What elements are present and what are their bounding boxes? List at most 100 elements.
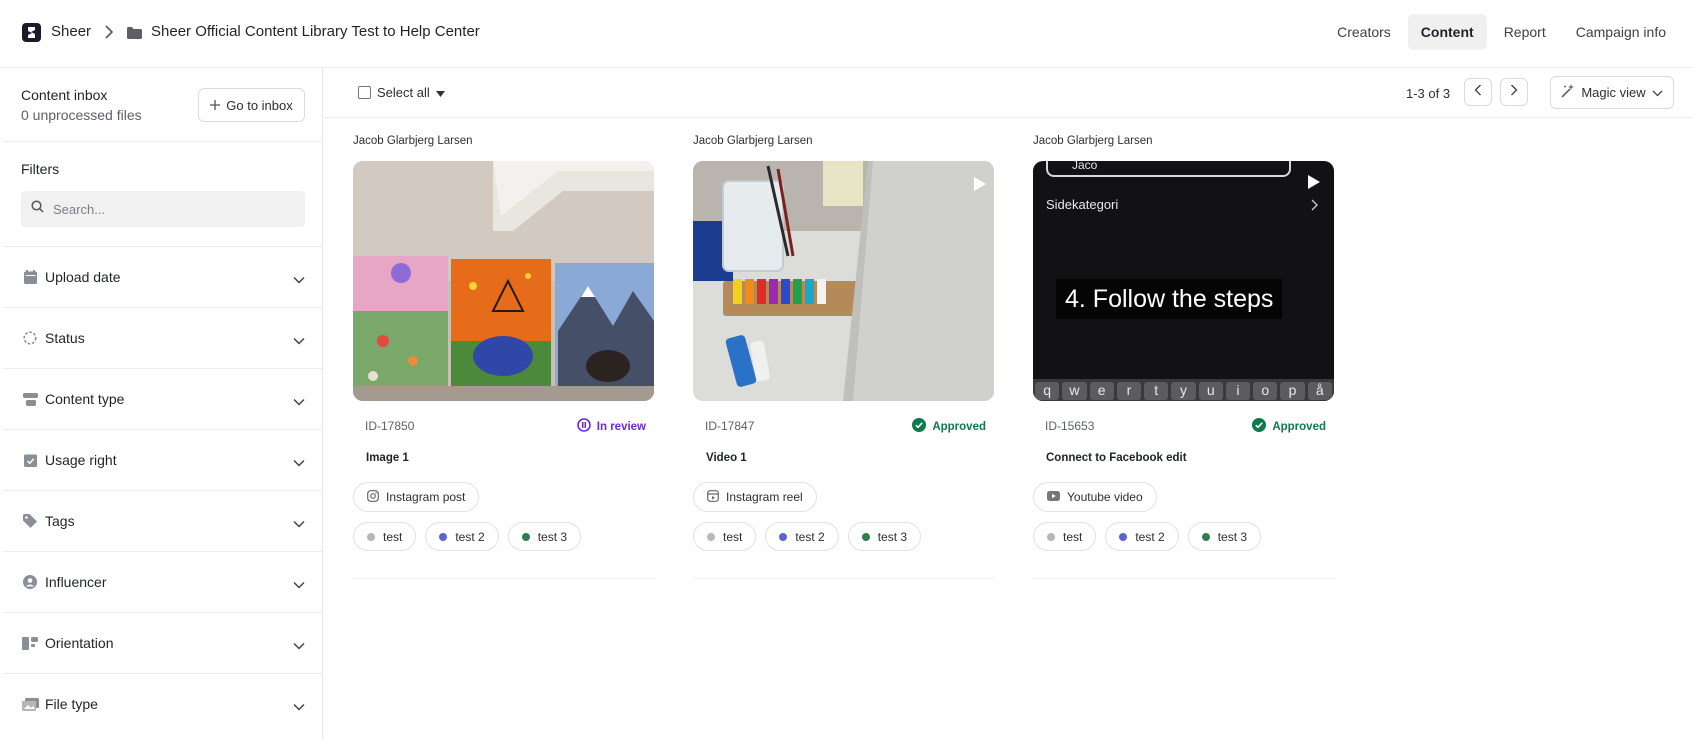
card-thumbnail[interactable]: Jaco Sidekategori 4. Follow the steps q … xyxy=(1033,161,1334,401)
nav-campaign-info[interactable]: Campaign info xyxy=(1563,14,1679,50)
tag-label: test 2 xyxy=(795,529,825,544)
tag-chip[interactable]: test 3 xyxy=(847,522,922,551)
tag-dot xyxy=(861,532,870,541)
thumb-key: e xyxy=(1089,382,1114,400)
tag-dot xyxy=(1047,532,1055,541)
tag-chip[interactable]: test xyxy=(1033,522,1097,551)
calendar-icon xyxy=(21,268,39,286)
tag-chip[interactable]: test 3 xyxy=(507,522,582,551)
user-icon xyxy=(21,573,39,591)
breadcrumb-project[interactable]: Sheer Official Content Library Test to H… xyxy=(151,23,480,40)
previous-page-button[interactable] xyxy=(1464,78,1492,106)
tag-label: test 2 xyxy=(455,529,485,544)
filter-influencer[interactable]: Influencer xyxy=(3,551,323,612)
card-tags: test test 2 test 3 xyxy=(693,522,922,551)
tag-label: test 3 xyxy=(877,529,908,544)
status-label: Approved xyxy=(1272,420,1326,433)
tag-chip[interactable]: test xyxy=(693,522,757,551)
card-divider xyxy=(353,578,654,579)
thumb-caption: 4. Follow the steps xyxy=(1056,279,1283,319)
card-id: ID-17850 xyxy=(365,419,415,433)
search-input[interactable] xyxy=(53,201,283,217)
thumb-key: i xyxy=(1225,382,1251,400)
chevron-down-icon xyxy=(293,271,305,289)
card-creator: Jacob Glarbjerg Larsen xyxy=(693,135,813,147)
content-toolbar: Select all 1-3 of 3 Magic view xyxy=(324,68,1693,118)
chevron-down-icon xyxy=(1652,85,1663,100)
filter-label: Content type xyxy=(45,391,125,407)
content-type-label: Youtube video xyxy=(1067,490,1143,504)
filter-status[interactable]: Status xyxy=(3,307,323,368)
chevron-right-icon xyxy=(104,25,114,44)
thumb-key: y xyxy=(1171,382,1196,400)
filter-orientation[interactable]: Orientation xyxy=(3,612,323,673)
filters-title: Filters xyxy=(21,161,60,177)
folder-icon xyxy=(127,26,142,44)
tag-chip[interactable]: test 3 xyxy=(1187,522,1262,551)
filter-upload-date[interactable]: Upload date xyxy=(3,246,323,307)
content-type-chip: Instagram post xyxy=(353,482,480,512)
card-thumbnail[interactable] xyxy=(353,161,654,401)
tag-dot xyxy=(439,532,448,541)
filter-label: Influencer xyxy=(45,574,107,590)
status-badge: Approved xyxy=(1252,418,1326,435)
card-thumbnail[interactable] xyxy=(693,161,994,401)
nav-creators[interactable]: Creators xyxy=(1324,14,1404,50)
chevron-down-icon xyxy=(293,454,305,472)
caret-down-icon[interactable] xyxy=(435,85,445,100)
chevron-down-icon xyxy=(293,637,305,655)
tag-chip[interactable]: test xyxy=(353,522,417,551)
usage-right-icon xyxy=(21,451,39,469)
tag-chip[interactable]: test 2 xyxy=(1105,522,1179,551)
select-all-label: Select all xyxy=(377,85,430,100)
sidebar: Content inbox 0 unprocessed files Go to … xyxy=(3,68,323,739)
content-card[interactable]: Jacob Glarbjerg Larsen Jaco Sidekategori… xyxy=(1033,135,1334,580)
thumb-menu-label: Sidekategori xyxy=(1046,197,1119,212)
filter-file-type[interactable]: File type xyxy=(3,673,323,734)
chevron-down-icon xyxy=(293,698,305,716)
tag-chip[interactable]: test 2 xyxy=(425,522,499,551)
select-all-control[interactable]: Select all xyxy=(358,85,445,100)
filter-label: Upload date xyxy=(45,269,121,285)
tag-dot xyxy=(779,532,788,541)
status-badge: In review xyxy=(576,418,646,435)
next-page-button[interactable] xyxy=(1500,78,1528,106)
go-to-inbox-label: Go to inbox xyxy=(226,97,293,113)
breadcrumb-brand[interactable]: Sheer xyxy=(51,23,91,40)
tag-chip[interactable]: test 2 xyxy=(765,522,839,551)
card-tags: test test 2 test 3 xyxy=(353,522,582,551)
inbox-unprocessed-count: 0 unprocessed files xyxy=(21,107,142,123)
magic-view-dropdown[interactable]: Magic view xyxy=(1550,76,1674,109)
orientation-icon xyxy=(21,634,39,652)
filter-usage-right[interactable]: Usage right xyxy=(3,429,323,490)
card-creator: Jacob Glarbjerg Larsen xyxy=(353,135,473,147)
card-title: Image 1 xyxy=(366,452,409,464)
chevron-right-icon xyxy=(1510,83,1518,101)
chevron-left-icon xyxy=(1474,83,1482,101)
thumb-key: u xyxy=(1198,382,1223,400)
sheer-logo-icon[interactable] xyxy=(22,23,41,42)
filter-tags[interactable]: Tags xyxy=(3,490,323,551)
card-divider xyxy=(693,578,994,579)
chevron-down-icon xyxy=(293,515,305,533)
nav-report[interactable]: Report xyxy=(1491,14,1559,50)
search-icon xyxy=(31,200,44,218)
inbox-title: Content inbox xyxy=(21,87,108,103)
go-to-inbox-button[interactable]: Go to inbox xyxy=(198,88,305,122)
filter-search xyxy=(21,191,305,227)
content-card[interactable]: Jacob Glarbjerg Larsen ID-17850 In revie… xyxy=(353,135,654,580)
youtube-icon xyxy=(1047,490,1060,504)
nav-content[interactable]: Content xyxy=(1407,14,1487,50)
filter-label: Status xyxy=(45,330,85,346)
thumb-search-field: Jaco xyxy=(1046,161,1291,177)
in-review-icon xyxy=(576,418,591,435)
filter-content-type[interactable]: Content type xyxy=(3,368,323,429)
content-card[interactable]: Jacob Glarbjerg Larsen ID-17847 Approved xyxy=(693,135,994,580)
tag-label: test 2 xyxy=(1135,529,1165,544)
thumb-key: t xyxy=(1144,382,1169,400)
filter-label: Orientation xyxy=(45,635,114,651)
card-creator: Jacob Glarbjerg Larsen xyxy=(1033,135,1153,147)
thumb-key: o xyxy=(1253,382,1278,400)
select-all-checkbox[interactable] xyxy=(358,86,371,99)
thumb-key: q xyxy=(1035,382,1060,400)
